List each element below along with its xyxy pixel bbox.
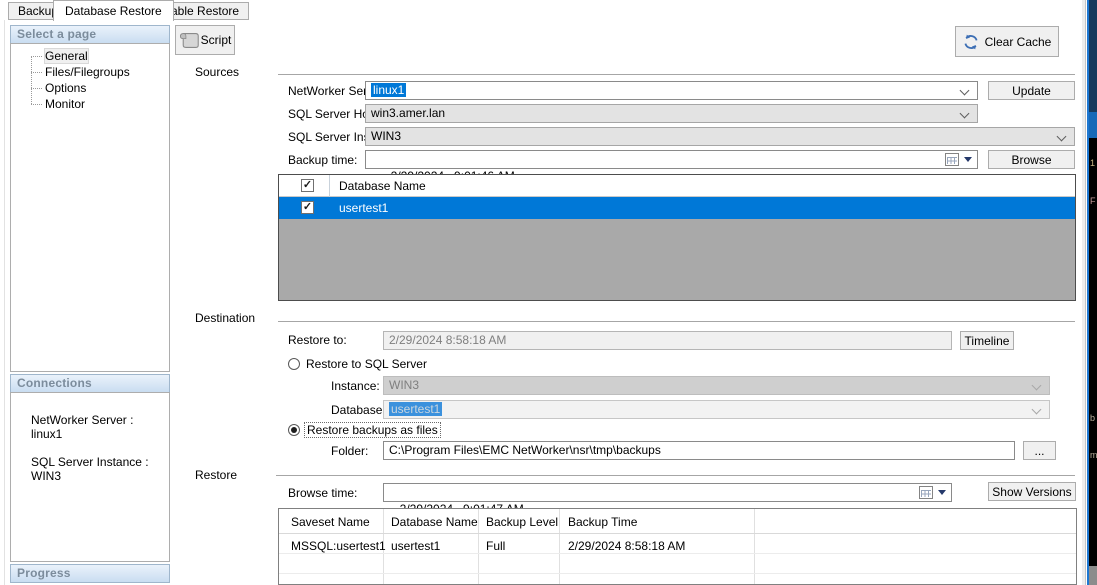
version-row-saveset-name[interactable]: MSSQL:usertest1 — [291, 536, 386, 556]
sql-server-host-combobox[interactable]: win3.amer.lan — [365, 104, 978, 123]
col-header-backup-level[interactable]: Backup Level — [486, 512, 558, 532]
refresh-icon — [963, 34, 979, 50]
database-row-selected[interactable]: ✓ usertest1 — [279, 197, 1075, 219]
restore-to-sql-server-radio-label[interactable]: Restore to SQL Server — [306, 357, 427, 371]
tab-database-restore[interactable]: Database Restore — [53, 0, 174, 21]
timeline-button[interactable]: Timeline — [960, 331, 1014, 350]
clear-cache-button[interactable]: Clear Cache — [955, 26, 1059, 57]
background-console-window: 1 F b m — [1087, 0, 1097, 585]
script-button[interactable]: Script — [175, 25, 235, 55]
connection-sql-instance-label: SQL Server Instance : — [31, 455, 149, 469]
destination-section-label: Destination — [195, 311, 255, 325]
instance-label: Instance: — [331, 379, 380, 393]
col-header-database-name[interactable]: Database Name — [391, 512, 478, 532]
sql-server-instance-combobox[interactable]: WIN3 — [365, 127, 1075, 146]
calendar-icon[interactable] — [945, 153, 959, 166]
background-text-fragment: F — [1090, 196, 1096, 206]
page-tree: General Files/Filegroups Options Monitor — [25, 48, 130, 112]
destination-separator — [278, 321, 1075, 322]
sidebar-page-tree-panel: General Files/Filegroups Options Monitor — [10, 43, 170, 372]
chevron-down-icon[interactable] — [960, 86, 970, 96]
sources-separator — [278, 74, 1075, 75]
sidebar-header-connections: Connections — [10, 374, 170, 393]
connection-networker-label: NetWorker Server : — [31, 413, 133, 427]
browse-time-label: Browse time: — [288, 486, 357, 500]
folder-label: Folder: — [331, 444, 368, 458]
sidebar-header-progress: Progress — [10, 564, 170, 583]
browse-time-datetimepicker[interactable]: 2/29/2024 9:01:47 AM — [383, 483, 952, 502]
database-combobox-disabled: usertest1 — [383, 400, 1050, 419]
restore-to-sql-server-radio[interactable] — [288, 358, 300, 370]
chevron-down-icon — [1032, 381, 1042, 391]
show-versions-button[interactable]: Show Versions — [988, 482, 1076, 501]
databases-grid-header: ✓ Database Name — [279, 175, 1075, 197]
sidebar-item-general[interactable]: General — [25, 48, 130, 64]
restore-to-textbox[interactable]: 2/29/2024 8:58:18 AM — [383, 331, 952, 350]
calendar-icon[interactable] — [919, 486, 933, 499]
update-button[interactable]: Update — [988, 81, 1075, 100]
connection-sql-instance-value: WIN3 — [31, 469, 61, 483]
folder-path-value: C:\Program Files\EMC NetWorker\nsr\tmp\b… — [389, 443, 661, 457]
background-text-fragment: 1 — [1090, 158, 1095, 168]
instance-combobox-disabled: WIN3 — [383, 376, 1050, 395]
col-header-backup-time[interactable]: Backup Time — [568, 512, 637, 532]
restore-backups-as-files-radio-label[interactable]: Restore backups as files — [304, 422, 441, 438]
sidebar-item-options[interactable]: Options — [25, 80, 130, 96]
restore-to-label: Restore to: — [288, 333, 347, 347]
sources-section-label: Sources — [195, 65, 239, 79]
database-name-column-header[interactable]: Database Name — [339, 179, 426, 193]
chevron-down-icon[interactable] — [1057, 132, 1067, 142]
connection-networker-value: linux1 — [31, 427, 62, 441]
restore-to-value: 2/29/2024 8:58:18 AM — [389, 333, 506, 347]
version-row-database-name[interactable]: usertest1 — [391, 536, 440, 556]
networker-server-value: linux1 — [371, 83, 406, 97]
sidebar-item-monitor[interactable]: Monitor — [25, 96, 130, 112]
select-all-checkbox[interactable]: ✓ — [301, 179, 314, 192]
sidebar-item-files-filegroups[interactable]: Files/Filegroups — [25, 64, 130, 80]
sidebar-header-select-a-page: Select a page — [10, 25, 170, 44]
background-text-fragment: b — [1090, 413, 1095, 423]
backup-time-datetimepicker[interactable]: 2/29/2024 9:01:46 AM — [365, 150, 978, 169]
version-row-backup-time[interactable]: 2/29/2024 8:58:18 AM — [568, 536, 685, 556]
col-header-saveset-name[interactable]: Saveset Name — [291, 512, 370, 532]
database-value: usertest1 — [389, 402, 442, 416]
restore-backups-as-files-radio[interactable] — [288, 424, 300, 436]
background-text-fragment: m — [1090, 450, 1097, 460]
sql-server-host-value: win3.amer.lan — [371, 106, 445, 120]
calendar-dropdown-arrow-icon[interactable] — [938, 490, 946, 495]
app-window-right-edge — [1082, 0, 1086, 585]
browse-button[interactable]: Browse — [988, 150, 1075, 169]
calendar-dropdown-arrow-icon[interactable] — [964, 157, 972, 162]
database-label: Database: — [331, 403, 386, 417]
instance-value: WIN3 — [389, 378, 419, 392]
chevron-down-icon — [1032, 405, 1042, 415]
networker-server-combobox[interactable]: linux1 — [365, 81, 978, 100]
database-row-checkbox[interactable]: ✓ — [301, 201, 314, 214]
folder-textbox[interactable]: C:\Program Files\EMC NetWorker\nsr\tmp\b… — [383, 441, 1015, 460]
backup-time-label: Backup time: — [288, 153, 357, 167]
script-scroll-icon — [179, 31, 199, 50]
window-left-edge — [0, 20, 5, 585]
restore-separator — [276, 475, 1075, 476]
connections-panel: NetWorker Server : linux1 SQL Server Ins… — [10, 392, 170, 562]
folder-browse-ellipsis-button[interactable]: ... — [1023, 441, 1056, 460]
version-row-backup-level[interactable]: Full — [486, 536, 505, 556]
sql-server-instance-value: WIN3 — [371, 129, 401, 143]
restore-section-label: Restore — [195, 468, 237, 482]
databases-grid: ✓ Database Name ✓ usertest1 — [278, 174, 1076, 301]
chevron-down-icon[interactable] — [960, 109, 970, 119]
versions-grid: Saveset Name Database Name Backup Level … — [278, 508, 1077, 585]
database-row-name[interactable]: usertest1 — [339, 197, 388, 219]
